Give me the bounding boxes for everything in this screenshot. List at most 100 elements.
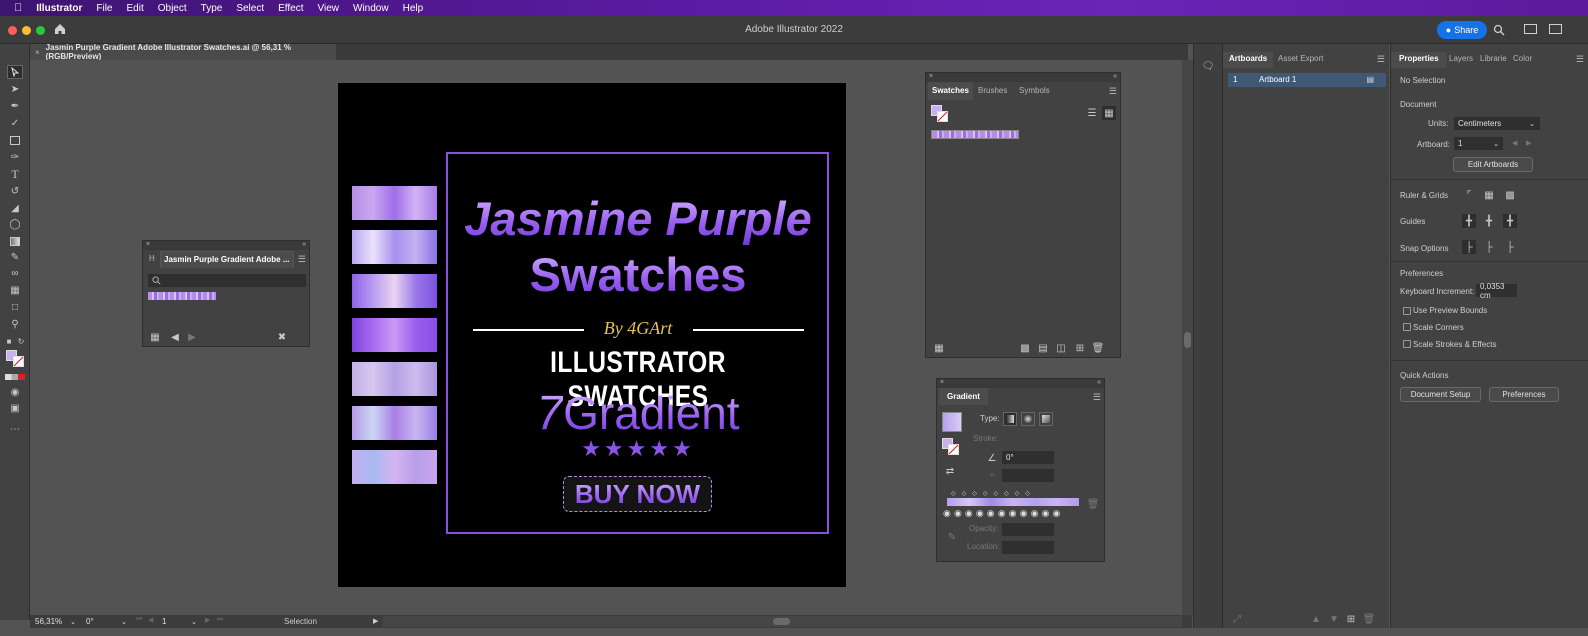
tab-swatches[interactable]: Swatches <box>928 82 973 100</box>
gradient-stroke-color[interactable] <box>948 444 959 455</box>
new-artboard-icon[interactable]: ⊞ <box>1344 612 1358 626</box>
next-artboard-nav-icon[interactable]: ▶ <box>205 616 210 624</box>
menu-object[interactable]: Object <box>158 3 187 14</box>
gradient-eyedropper-icon[interactable]: ✎ <box>945 530 959 544</box>
gradient-opacity-input[interactable] <box>1002 523 1054 536</box>
swatch-options-icon[interactable]: ▤ <box>1036 341 1050 355</box>
canvas-vertical-scrollbar[interactable] <box>1182 60 1193 615</box>
paintbrush-tool-icon[interactable]: ✑ <box>7 150 23 164</box>
color-mode-icons[interactable] <box>5 374 25 380</box>
swatches-panel-menu-icon[interactable]: ☰ <box>1109 86 1117 97</box>
library-swatch-strip[interactable] <box>148 292 216 300</box>
menu-app-name[interactable]: Illustrator <box>36 3 82 14</box>
snap-to-glyph-icon[interactable]: ├ <box>1503 240 1517 254</box>
live-paint-tool-icon[interactable]: ▦ <box>7 283 23 297</box>
library-search-input[interactable] <box>148 274 306 287</box>
type-tool-icon[interactable]: T <box>7 167 23 181</box>
swatch-stroke-color[interactable] <box>937 111 948 122</box>
artboard-options-icon[interactable]: ▤ <box>1366 75 1374 84</box>
use-preview-bounds-checkbox[interactable] <box>1403 307 1411 315</box>
preferences-button[interactable]: Preferences <box>1489 387 1559 402</box>
list-view-icon[interactable]: ☰ <box>1085 106 1099 120</box>
new-swatch-icon[interactable]: ⊞ <box>1073 341 1087 355</box>
grid-icon[interactable]: ▦ <box>1482 188 1496 202</box>
tab-artboards[interactable]: Artboards <box>1223 52 1274 68</box>
eyedropper-tool-icon[interactable]: ✎ <box>7 250 23 264</box>
document-tab[interactable]: × Jasmin Purple Gradient Adobe Illustrat… <box>30 43 336 61</box>
snap-to-point-icon[interactable]: ├ <box>1462 240 1476 254</box>
comments-icon[interactable]: 🗨 <box>1201 59 1215 73</box>
artboards-panel-menu-icon[interactable]: ☰ <box>1377 54 1385 65</box>
show-guides-icon[interactable]: ╋ <box>1462 214 1476 228</box>
zoom-tool-icon[interactable]: ⚲ <box>7 317 23 331</box>
share-button[interactable]: ● Share <box>1437 21 1487 39</box>
scale-strokes-effects-checkbox[interactable] <box>1403 340 1411 348</box>
gradient-location-input[interactable] <box>1002 541 1054 554</box>
rotation-select[interactable]: 0° ⌄ <box>83 615 129 628</box>
tab-gradient[interactable]: Gradient <box>939 388 988 405</box>
gradient-aspect-input[interactable] <box>1002 469 1054 482</box>
workspace-switcher-icon[interactable] <box>1549 24 1562 34</box>
close-panel-icon[interactable]: × <box>146 241 150 248</box>
tab-color[interactable]: Color <box>1513 54 1532 63</box>
gradient-midpoints[interactable]: ◇◇◇◇◇◇◇◇ <box>951 490 1073 497</box>
swap-colors-icon[interactable]: ↻ <box>16 334 26 348</box>
gradient-panel-menu-icon[interactable]: ☰ <box>1093 392 1101 403</box>
rotate-tool-icon[interactable]: ↺ <box>7 184 23 198</box>
document-setup-button[interactable]: Document Setup <box>1400 387 1481 402</box>
library-panel-menu-icon[interactable]: ☰ <box>298 254 306 265</box>
close-panel-icon[interactable]: × <box>929 73 933 80</box>
tab-asset-export[interactable]: Asset Export <box>1278 54 1323 63</box>
show-swatch-kinds-icon[interactable]: ▩ <box>1018 341 1032 355</box>
scale-corners-checkbox[interactable] <box>1403 323 1411 331</box>
library-tab-active[interactable]: Jasmin Purple Gradient Adobe ... <box>160 251 294 268</box>
close-panel-icon[interactable]: × <box>940 379 944 386</box>
new-color-group-icon[interactable]: ◫ <box>1054 341 1068 355</box>
direct-selection-tool-icon[interactable]: ➤ <box>7 82 23 96</box>
gradient-angle-input[interactable]: 0° <box>1002 451 1054 464</box>
gradient-slider-bar[interactable] <box>947 498 1079 506</box>
gradient-preview-swatch[interactable] <box>942 412 962 432</box>
drawing-modes-icon[interactable]: ◉ <box>7 385 23 399</box>
artboard-tool-icon[interactable]: □ <box>7 300 23 314</box>
menu-edit[interactable]: Edit <box>127 3 144 14</box>
search-icon[interactable] <box>1493 23 1505 36</box>
blend-tool-icon[interactable]: ∞ <box>7 266 23 280</box>
arrange-documents-icon[interactable] <box>1524 24 1537 34</box>
artboard-nav-select[interactable]: 1 ⌄ <box>159 615 199 628</box>
units-select[interactable]: Centimeters ⌄ <box>1454 117 1540 130</box>
next-arrow-icon[interactable]: ▶ <box>185 330 199 344</box>
delete-swatch-icon[interactable]: 🗑 <box>1091 341 1105 355</box>
eraser-tool-icon[interactable]: ◢ <box>7 201 23 215</box>
lock-guides-icon[interactable]: ╋ <box>1482 214 1496 228</box>
transparency-grid-icon[interactable]: ▩ <box>1503 188 1517 202</box>
library-view-icon[interactable]: ▦ <box>148 330 162 344</box>
lasso-tool-icon[interactable]: ◯ <box>7 217 23 231</box>
freeform-gradient-icon[interactable] <box>1039 412 1053 426</box>
swatch-row[interactable] <box>931 130 1019 139</box>
status-menu-arrow-icon[interactable]: ▶ <box>373 617 378 625</box>
menu-view[interactable]: View <box>318 3 340 14</box>
tab-layers[interactable]: Layers <box>1449 54 1473 63</box>
first-artboard-icon[interactable]: ⏮ <box>136 616 142 624</box>
tab-libraries[interactable]: Librarie <box>1480 54 1507 63</box>
reverse-gradient-icon[interactable]: ⇄ <box>943 464 957 478</box>
radial-gradient-icon[interactable] <box>1021 412 1035 426</box>
menu-type[interactable]: Type <box>201 3 223 14</box>
gradient-tool-icon[interactable] <box>7 234 23 248</box>
delete-artboard-icon[interactable]: 🗑 <box>1362 612 1376 626</box>
smart-guides-icon[interactable]: ╋ <box>1503 214 1517 228</box>
grid-view-icon[interactable]: ▦ <box>1102 106 1116 120</box>
rulers-icon[interactable]: ⌜ <box>1462 188 1476 202</box>
stroke-color-swatch[interactable] <box>13 356 24 367</box>
prev-artboard-icon[interactable]: ◀ <box>148 616 153 624</box>
tab-properties[interactable]: Properties <box>1391 52 1447 68</box>
screen-mode-icon[interactable]: ▣ <box>7 401 23 415</box>
close-tab-icon[interactable]: × <box>35 48 40 57</box>
scrollbar-thumb[interactable] <box>1184 332 1191 348</box>
apple-icon[interactable]:  <box>14 2 22 14</box>
last-artboard-icon[interactable]: ⏭ <box>217 616 223 624</box>
collapse-panel-icon[interactable]: « <box>302 241 306 248</box>
menu-window[interactable]: Window <box>353 3 389 14</box>
more-tools-icon[interactable]: ⋯ <box>7 422 23 436</box>
